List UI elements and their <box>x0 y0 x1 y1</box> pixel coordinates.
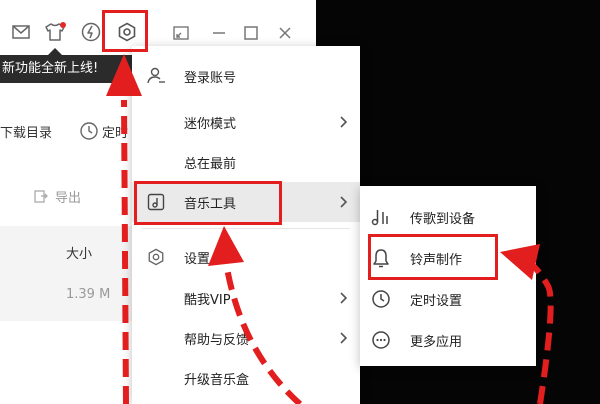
submenu-item-label: 更多应用 <box>410 334 463 350</box>
tooltip-text: 新功能全新上线! <box>2 61 99 76</box>
menu-item-mini-mode[interactable]: 迷你模式 <box>132 102 360 142</box>
export-icon <box>34 190 48 203</box>
chevron-right-icon <box>338 116 350 128</box>
music-note-transfer-icon <box>370 206 392 228</box>
menu-item-label: 帮助与反馈 <box>184 332 250 348</box>
user-login-icon <box>146 66 166 86</box>
menu-item-label: 酷我VIP <box>184 292 231 308</box>
timer-icon <box>76 118 102 144</box>
menu-item-label: 登录账号 <box>184 70 237 86</box>
menu-item-help[interactable]: 帮助与反馈 <box>132 318 360 358</box>
minimize-icon[interactable] <box>206 20 232 46</box>
export-button[interactable]: 导出 <box>33 183 81 209</box>
main-dropdown-menu: 登录账号 迷你模式 总在最前 音乐工具 设置 酷我VIP 帮助与反馈 升级音乐盒 <box>132 46 360 404</box>
close-icon[interactable] <box>272 20 298 46</box>
submenu-item-transfer[interactable]: 传歌到设备 <box>360 196 536 238</box>
chevron-right-icon <box>338 332 350 344</box>
screenshot-stage: 新功能全新上线! 下载目录 定时 导出 大小 1.39 M 登录账号 迷你模式 … <box>0 0 600 404</box>
menu-item-label: 设置 <box>184 251 211 267</box>
submenu-item-label: 定时设置 <box>410 293 463 309</box>
submenu-item-more-apps[interactable]: 更多应用 <box>360 319 536 361</box>
settings-icon <box>146 247 166 267</box>
size-value: 1.39 M <box>66 287 111 302</box>
mail-icon[interactable] <box>8 19 34 45</box>
more-apps-icon <box>370 329 392 351</box>
highlight-box-music-tools <box>134 181 282 225</box>
highlight-box-ringtone <box>368 234 498 280</box>
chevron-right-icon <box>338 292 350 304</box>
lightning-icon[interactable] <box>78 19 104 45</box>
clock-icon <box>370 288 392 310</box>
menu-item-label: 总在最前 <box>184 156 237 172</box>
export-label: 导出 <box>55 190 82 206</box>
menu-item-always-on-top[interactable]: 总在最前 <box>132 142 360 182</box>
menu-item-vip[interactable]: 酷我VIP <box>132 278 360 318</box>
submenu-item-timer[interactable]: 定时设置 <box>360 278 536 320</box>
menu-item-settings[interactable]: 设置 <box>132 237 360 277</box>
tooltip-arrow <box>48 48 62 55</box>
menu-item-login[interactable]: 登录账号 <box>132 56 360 96</box>
menu-divider <box>142 228 350 229</box>
miniplayer-icon[interactable] <box>168 20 194 46</box>
submenu-item-label: 传歌到设备 <box>410 211 476 227</box>
highlight-box-settings-icon <box>102 10 148 52</box>
menu-item-upgrade[interactable]: 升级音乐盒 <box>132 358 360 398</box>
menu-item-label: 升级音乐盒 <box>184 372 250 388</box>
chevron-right-icon <box>338 196 350 208</box>
notification-dot <box>60 22 66 28</box>
timer-link[interactable]: 定时 <box>102 122 128 141</box>
column-header-size: 大小 <box>66 247 93 262</box>
new-feature-tooltip: 新功能全新上线! <box>0 55 134 83</box>
download-dir-link[interactable]: 下载目录 <box>0 122 52 141</box>
maximize-icon[interactable] <box>238 20 264 46</box>
menu-item-label: 迷你模式 <box>184 116 237 132</box>
